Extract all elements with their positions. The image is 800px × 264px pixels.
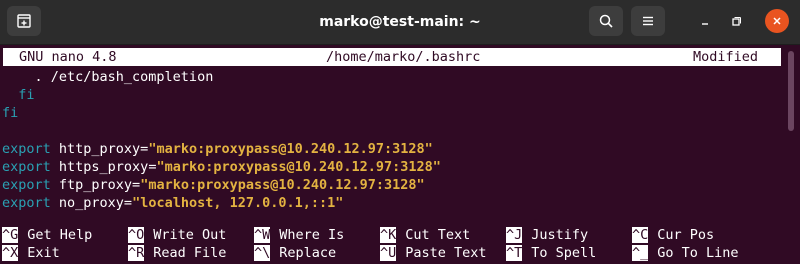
new-tab-button[interactable] bbox=[7, 6, 41, 36]
shortcut-item: ^U Paste Text bbox=[380, 244, 487, 262]
new-tab-icon bbox=[17, 14, 31, 28]
title-bar: marko@test-main: ~ bbox=[0, 0, 800, 45]
editor-line[interactable]: export http_proxy="marko:proxypass@10.24… bbox=[2, 140, 441, 158]
shortcut-key: ^K bbox=[380, 227, 397, 243]
menu-button[interactable] bbox=[631, 6, 665, 36]
minimize-icon bbox=[702, 23, 708, 25]
code-text: https_proxy= bbox=[50, 159, 157, 175]
editor-line[interactable]: export ftp_proxy="marko:proxypass@10.240… bbox=[2, 176, 441, 194]
shortcut-key: ^C bbox=[632, 227, 649, 243]
maximize-icon bbox=[732, 17, 741, 26]
editor-line[interactable]: . /etc/bash_completion bbox=[2, 68, 441, 86]
shortcut-item: ^K Cut Text bbox=[380, 226, 470, 244]
shortcut-item: ^R Read File bbox=[128, 244, 226, 262]
shortcut-label: Write Out bbox=[153, 227, 227, 243]
search-button[interactable] bbox=[589, 6, 623, 36]
shortcut-item: ^X Exit bbox=[2, 244, 60, 262]
shortcut-key: ^J bbox=[506, 227, 523, 243]
string-literal: "localhost, 127.0.0.1,::1" bbox=[132, 195, 344, 211]
shortcut-row: ^X Exit ^R Read File ^\ Replace ^U Paste Text ^T… bbox=[2, 244, 792, 262]
shortcut-label: To Spell bbox=[531, 245, 597, 261]
shortcut-key: ^W bbox=[254, 227, 271, 243]
shortcut-key: ^R bbox=[128, 245, 145, 261]
close-button[interactable] bbox=[765, 9, 789, 33]
shortcut-key: ^_ bbox=[632, 245, 649, 261]
shortcut-label: Get Help bbox=[27, 227, 93, 243]
code-text: http_proxy= bbox=[50, 141, 149, 157]
shortcut-item: ^_ Go To Line bbox=[632, 244, 739, 262]
editor-buffer[interactable]: . /etc/bash_completion fi fi export http_p… bbox=[2, 68, 441, 212]
editor-line[interactable]: fi bbox=[2, 104, 441, 122]
shortcut-bar: ^G Get Help ^O Write Out ^W Where Is ^K Cut Tex… bbox=[2, 226, 792, 262]
shortcut-label: Go To Line bbox=[657, 245, 739, 261]
shortcut-row: ^G Get Help ^O Write Out ^W Where Is ^K Cut Tex… bbox=[2, 226, 792, 244]
shortcut-item: ^T To Spell bbox=[506, 244, 596, 262]
shortcut-key: ^U bbox=[380, 245, 397, 261]
string-literal: "marko:proxypass@10.240.12.97:3128" bbox=[140, 177, 425, 193]
code-text: . /etc/bash_completion bbox=[2, 69, 214, 85]
keyword: fi bbox=[2, 105, 19, 121]
hamburger-menu-icon bbox=[643, 16, 653, 26]
editor-line[interactable]: export https_proxy="marko:proxypass@10.2… bbox=[2, 158, 441, 176]
minimize-button[interactable] bbox=[692, 9, 718, 35]
nano-version: GNU nano 4.8 bbox=[19, 49, 117, 65]
shortcut-item: ^G Get Help bbox=[2, 226, 92, 244]
keyword: fi bbox=[2, 87, 35, 103]
shortcut-label: Paste Text bbox=[405, 245, 487, 261]
shortcut-label: Where Is bbox=[279, 227, 345, 243]
code-text: ftp_proxy= bbox=[50, 177, 141, 193]
string-literal: "marko:proxypass@10.240.12.97:3128" bbox=[148, 141, 433, 157]
shortcut-key: ^G bbox=[2, 227, 19, 243]
window-title: marko@test-main: ~ bbox=[319, 14, 481, 30]
scrollbar[interactable] bbox=[788, 51, 794, 131]
shortcut-key: ^X bbox=[2, 245, 19, 261]
search-icon bbox=[599, 14, 613, 28]
shortcut-label: Justify bbox=[531, 227, 589, 243]
shortcut-item: ^W Where Is bbox=[254, 226, 344, 244]
shortcut-label: Exit bbox=[27, 245, 60, 261]
maximize-button[interactable] bbox=[723, 9, 749, 35]
shortcut-item: ^J Justify bbox=[506, 226, 588, 244]
close-icon bbox=[773, 17, 781, 25]
editor-line[interactable]: export no_proxy="localhost, 127.0.0.1,::… bbox=[2, 194, 441, 212]
nano-modified-status: Modified bbox=[693, 49, 759, 65]
keyword: export bbox=[2, 195, 51, 211]
shortcut-item: ^\ Replace bbox=[254, 244, 336, 262]
shortcut-key: ^\ bbox=[254, 245, 271, 261]
shortcut-item: ^C Cur Pos bbox=[632, 226, 714, 244]
keyword: export bbox=[2, 177, 51, 193]
nano-filename: /home/marko/.bashrc bbox=[326, 49, 481, 65]
shortcut-key: ^O bbox=[128, 227, 145, 243]
keyword: export bbox=[2, 159, 51, 175]
shortcut-label: Cur Pos bbox=[657, 227, 715, 243]
nano-header-bar: GNU nano 4.8 /home/marko/.bashrc Modifie… bbox=[3, 48, 781, 66]
editor-line[interactable]: fi bbox=[2, 86, 441, 104]
shortcut-label: Read File bbox=[153, 245, 227, 261]
editor-line[interactable] bbox=[2, 122, 441, 140]
string-literal: "marko:proxypass@10.240.12.97:3128" bbox=[156, 159, 441, 175]
keyword: export bbox=[2, 141, 51, 157]
shortcut-label: Cut Text bbox=[405, 227, 471, 243]
code-text: no_proxy= bbox=[50, 195, 133, 211]
shortcut-key: ^T bbox=[506, 245, 523, 261]
shortcut-label: Replace bbox=[279, 245, 337, 261]
terminal-area[interactable]: GNU nano 4.8 /home/marko/.bashrc Modifie… bbox=[0, 45, 800, 264]
shortcut-item: ^O Write Out bbox=[128, 226, 226, 244]
